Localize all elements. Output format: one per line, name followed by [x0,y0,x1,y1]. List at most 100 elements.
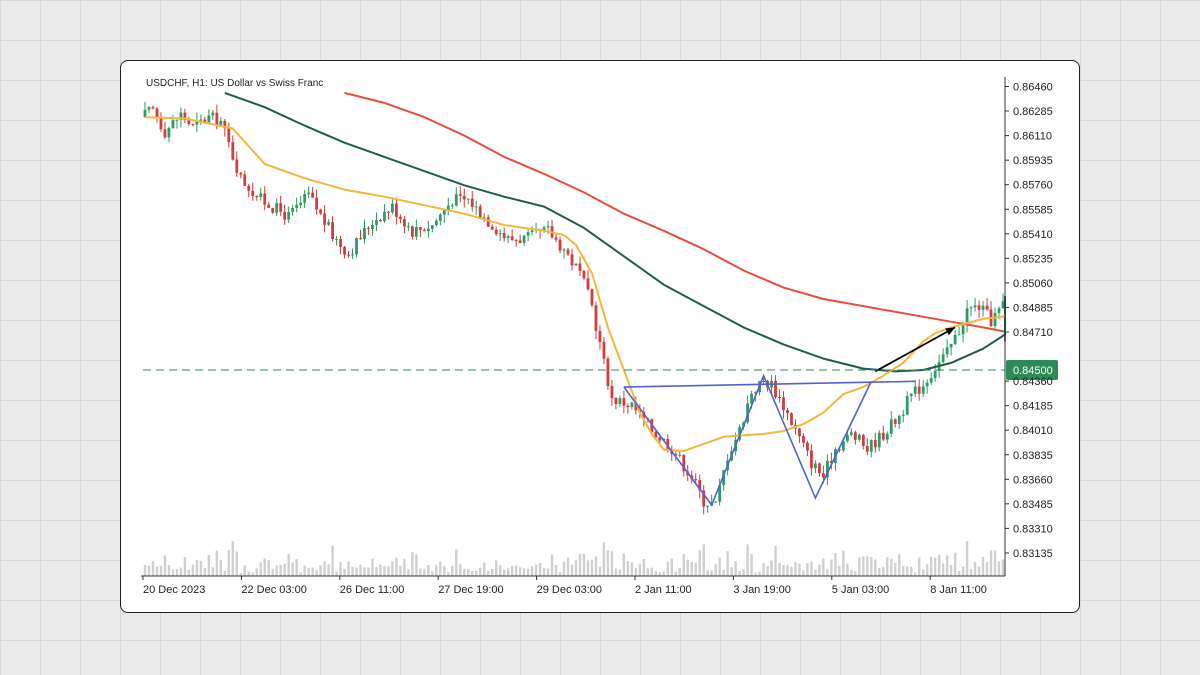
volume-bar [957,570,961,576]
volume-bar [646,568,650,576]
volume-bar [399,565,402,576]
volume-bar [786,565,789,576]
candle-body [865,445,869,452]
volume-bar [642,558,646,576]
y-tick-label: 0.85935 [1013,155,1053,167]
candle-body [909,393,913,397]
volume-bar [159,565,163,576]
candle-body [925,382,929,387]
volume-bar [423,569,426,576]
volume-bar [858,557,861,576]
candle-body [367,227,370,229]
candle-body [790,413,793,425]
candle-body [271,207,275,213]
chart-card: USDCHF, H1: US Dollar vs Swiss Franc 0.8… [120,60,1080,613]
candle-body [303,194,307,203]
candle-body [877,432,881,448]
volume-bar [965,541,969,576]
candle-body [522,235,526,243]
candle-body [490,226,494,230]
candle-body [622,398,626,406]
volume-bar [383,566,386,576]
candle-body [395,203,398,217]
candle-body [606,358,610,387]
volume-bar [846,563,849,576]
volume-bar [502,569,506,576]
volume-bar [514,565,518,576]
volume-bar [594,556,598,576]
y-tick-label: 0.83135 [1013,548,1053,560]
y-tick-label: 0.83485 [1013,499,1053,511]
volume-bar [155,566,159,576]
volume-bar [626,560,630,576]
candle-body [171,120,175,129]
volume-bar [782,565,785,576]
candle-body [243,174,247,186]
volume-bar [921,569,925,576]
volume-bar [602,542,606,576]
volume-bar [969,569,973,576]
candle-body [151,107,155,109]
candle-body [387,211,390,213]
volume-bar [574,560,578,576]
volume-bar [203,567,207,576]
volume-bar [387,566,390,576]
candle-body [778,397,781,399]
candle-body [885,433,889,440]
x-tick-label: 26 Dec 11:00 [340,584,405,596]
volume-bar [973,562,977,576]
candle-body [227,128,231,143]
volume-bar [981,556,985,576]
candle-body [450,205,454,207]
volume-bar [989,550,993,576]
candle-body [626,405,630,408]
volume-bar [762,563,765,576]
candle-body [514,240,518,242]
y-tick-label: 0.84010 [1013,425,1053,437]
volume-bar [307,567,310,576]
candle-body [502,233,506,239]
candle-body [506,236,510,239]
candle-body [211,112,215,116]
x-tick-label: 20 Dec 2023 [143,584,205,596]
candle-body [283,211,287,220]
candle-body [961,325,965,335]
candle-body [391,203,394,213]
volume-bar [878,567,881,576]
volume-bar [403,558,406,576]
volume-bar [375,566,378,576]
candle-body [786,410,789,414]
y-tick-label: 0.85410 [1013,229,1053,241]
candle-body [913,386,917,394]
candle-body [806,442,809,451]
volume-bar [215,550,219,576]
y-tick-label: 0.84360 [1013,376,1053,388]
volume-bar [993,550,997,576]
candle-body [359,238,362,240]
candle-body [598,330,602,342]
candle-body [299,202,303,205]
candle-body [694,479,698,481]
volume-bar [243,565,246,576]
y-tick-label: 0.85060 [1013,278,1053,290]
volume-bar [698,550,701,576]
candle-body [869,439,873,452]
axes: 0.86460 0.86285 0.86110 0.85935 0.85760 0.855… [141,77,1053,596]
volume-bar [534,564,538,576]
candle-body [518,240,522,243]
candle-body [881,432,885,440]
volume-bar [331,545,334,576]
volume-bar [435,565,438,576]
volume-bar [522,568,526,576]
volume-bar [219,560,223,576]
candle-body [187,119,191,125]
candle-body [494,229,498,234]
y-tick-label: 0.85585 [1013,204,1053,216]
candle-body [327,222,330,225]
volume-bar [682,554,685,576]
volume-bar [694,562,697,576]
candle-body [263,193,267,205]
candle-body [630,402,634,408]
candlestick-chart: 0.84500 0.864600.862850.861100.859350.85… [141,77,1058,596]
volume-bar [870,557,873,576]
